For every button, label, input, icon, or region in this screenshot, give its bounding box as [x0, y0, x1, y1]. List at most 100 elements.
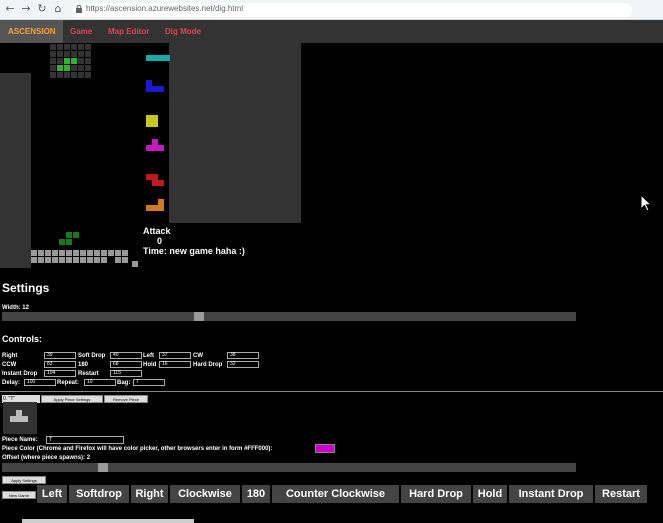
key-button-counter-clockwise[interactable]: Counter Clockwise: [272, 485, 400, 503]
control-input-ccw[interactable]: 83: [44, 361, 76, 368]
hold-grid-cell: [85, 65, 91, 71]
control-input-repeat[interactable]: 10: [84, 379, 116, 386]
control-input-soft-drop[interactable]: 40: [110, 352, 142, 359]
control-input-hard-drop[interactable]: 32: [227, 361, 259, 368]
garbage-block: [108, 250, 114, 256]
next-queue-block: [146, 121, 152, 127]
control-label-right: Right: [2, 353, 18, 359]
next-queue-block: [158, 145, 164, 151]
stack-block: [59, 239, 65, 245]
garbage-block: [122, 257, 128, 263]
home-icon[interactable]: ⌂: [52, 3, 64, 15]
next-queue-block: [146, 115, 152, 121]
next-queue-block: [146, 145, 152, 151]
hold-piece-block: [64, 65, 70, 71]
next-queue-block: [158, 205, 164, 211]
bottom-input-field[interactable]: [22, 519, 194, 523]
new-game-button[interactable]: New Game: [2, 491, 36, 499]
key-button-right[interactable]: Right: [131, 485, 169, 503]
control-input-restart[interactable]: 115: [110, 370, 142, 377]
apply-piece-settings-button[interactable]: Apply Piece Settings: [41, 395, 103, 403]
control-input-delay[interactable]: 100: [24, 379, 56, 386]
reload-icon[interactable]: ↻: [36, 3, 48, 15]
next-queue-block: [146, 174, 152, 180]
control-input-180[interactable]: 68: [110, 361, 142, 368]
garbage-block: [45, 257, 51, 263]
garbage-block: [59, 250, 65, 256]
key-button-hard-drop[interactable]: Hard Drop: [401, 485, 472, 503]
control-label-soft-drop: Soft Drop: [78, 353, 106, 359]
preview-block[interactable]: [22, 416, 28, 422]
control-input-hold[interactable]: 16: [159, 361, 191, 368]
next-queue-block: [152, 115, 158, 121]
garbage-block: [52, 250, 58, 256]
control-input-cw[interactable]: 38: [227, 352, 259, 359]
offset-label: Offset (where piece spawns): 2: [2, 455, 91, 461]
next-queue-block: [158, 86, 164, 92]
width-slider[interactable]: [2, 312, 576, 321]
hold-grid-cell: [85, 72, 91, 78]
hold-piece-block: [57, 65, 63, 71]
width-slider-thumb[interactable]: [193, 312, 204, 321]
controls-heading: Controls:: [2, 334, 42, 344]
control-input-bag[interactable]: 7: [133, 379, 165, 386]
control-input-left[interactable]: 37: [159, 352, 191, 359]
piece-color-label: Piece Color (Chrome and Firefox will hav…: [2, 446, 273, 452]
nav-brand-link[interactable]: ASCENSION: [0, 20, 63, 43]
garbage-block: [87, 250, 93, 256]
next-queue-block: [164, 55, 170, 61]
garbage-block: [38, 250, 44, 256]
control-input-instant-drop[interactable]: 104: [44, 370, 76, 377]
apply-settings-button[interactable]: Apply Settings: [2, 476, 46, 484]
piece-name-input[interactable]: T: [46, 436, 124, 444]
hold-grid-cell: [78, 72, 84, 78]
back-arrow-icon[interactable]: ←: [4, 3, 16, 15]
hold-grid-cell: [85, 44, 91, 50]
hold-grid-cell: [57, 58, 63, 64]
next-queue-block: [146, 86, 152, 92]
garbage-block: [80, 250, 86, 256]
key-button-hold[interactable]: Hold: [473, 485, 508, 503]
garbage-block: [38, 257, 44, 263]
key-button-180[interactable]: 180: [242, 485, 271, 503]
piece-color-picker[interactable]: [315, 444, 335, 453]
control-label-delay: Delay:: [2, 380, 21, 386]
garbage-block: [115, 257, 121, 263]
section-divider: [0, 391, 663, 392]
time-status: Time: new game haha :): [143, 246, 245, 256]
forward-arrow-icon[interactable]: →: [20, 3, 32, 15]
control-input-right[interactable]: 39: [44, 352, 76, 359]
garbage-block: [66, 257, 72, 263]
hold-grid-cell: [50, 72, 56, 78]
next-queue-block: [146, 80, 152, 86]
control-label-left: Left: [143, 353, 154, 359]
hold-grid-cell: [57, 44, 63, 50]
key-button-instant-drop[interactable]: Instant Drop: [509, 485, 594, 503]
next-queue-block: [152, 205, 158, 211]
nav-link-dig-mode[interactable]: Dig Mode: [165, 20, 201, 43]
offset-slider[interactable]: [2, 463, 576, 472]
stack-block: [66, 239, 72, 245]
hold-grid-cell: [78, 65, 84, 71]
control-label-ccw: CCW: [2, 362, 17, 368]
nav-link-game[interactable]: Game: [70, 20, 92, 43]
key-button-restart[interactable]: Restart: [595, 485, 648, 503]
garbage-block: [87, 257, 93, 263]
offset-slider-thumb[interactable]: [97, 463, 108, 472]
control-label-instant-drop: Instant Drop: [2, 371, 38, 377]
garbage-block: [115, 250, 121, 256]
key-button-clockwise[interactable]: Clockwise: [170, 485, 241, 503]
control-label-restart: Restart: [78, 371, 99, 377]
key-button-left[interactable]: Left: [37, 485, 68, 503]
keybind-row: New Game Left Softdrop Right Clockwise 1…: [0, 485, 663, 503]
control-label-cw: CW: [193, 353, 203, 359]
key-button-softdrop[interactable]: Softdrop: [69, 485, 130, 503]
remove-piece-button[interactable]: Remove Piece: [104, 395, 148, 403]
next-queue-block: [146, 205, 152, 211]
hold-grid-cell: [85, 51, 91, 57]
nav-link-map-editor[interactable]: Map Editor: [108, 20, 149, 43]
hold-grid-cell: [64, 72, 70, 78]
control-label-hold: Hold: [143, 362, 157, 368]
next-queue-block: [158, 180, 164, 186]
next-queue-block: [146, 55, 152, 61]
